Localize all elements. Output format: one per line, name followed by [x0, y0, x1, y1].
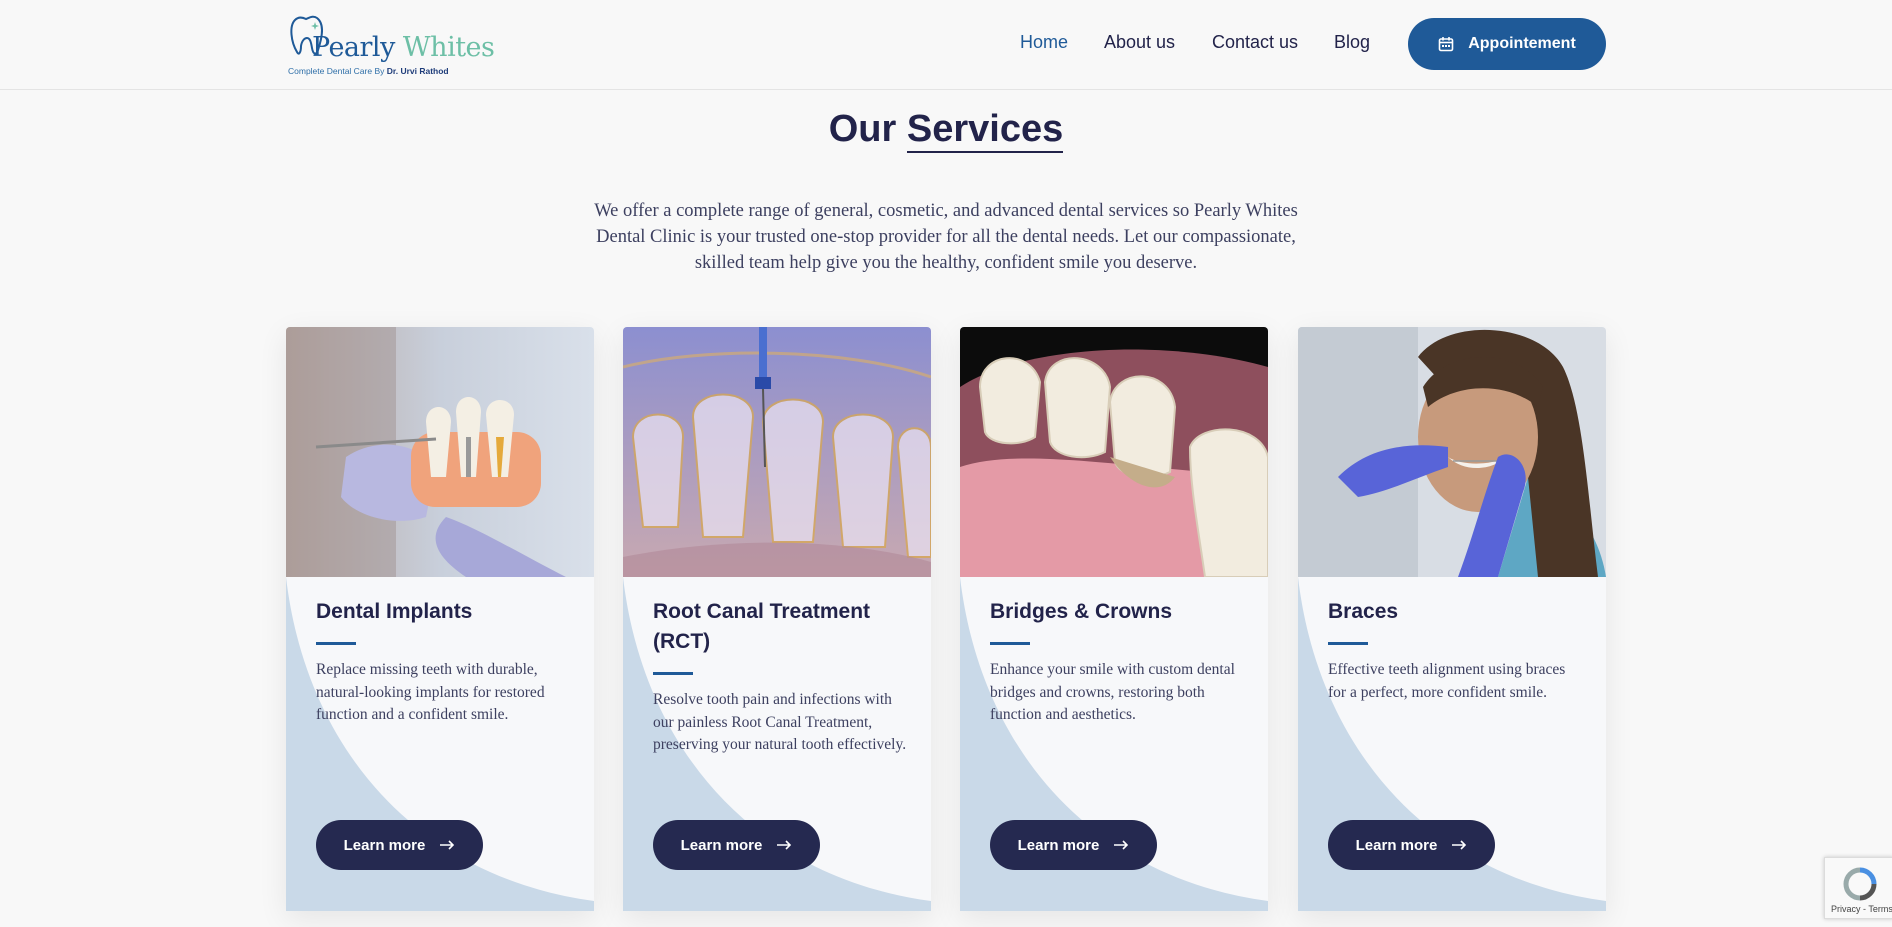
arrow-right-icon [777, 840, 792, 850]
nav-home[interactable]: Home [1020, 32, 1068, 53]
service-card-root-canal: Root Canal Treatment (RCT) Resolve tooth… [623, 327, 931, 911]
braces-image [1298, 327, 1606, 577]
calendar-icon [1438, 37, 1454, 52]
card-title: Root Canal Treatment (RCT) [653, 600, 871, 653]
card-description: Replace missing teeth with durable, natu… [316, 661, 545, 723]
card-description: Effective teeth alignment using braces f… [1328, 661, 1566, 701]
root-canal-image [623, 327, 931, 577]
recaptcha-privacy-terms[interactable]: Privacy - Terms [1831, 904, 1892, 914]
card-title: Dental Implants [316, 600, 473, 623]
learn-more-label: Learn more [680, 836, 763, 854]
brand-tagline: Complete Dental Care By Dr. Urvi Rathod [288, 66, 449, 76]
brand-name: Pearly Whites [312, 32, 495, 63]
dental-bridge-image [960, 327, 1268, 577]
learn-more-button[interactable]: Learn more [316, 820, 483, 870]
site-header: Pearly Whites Complete Dental Care By Dr… [0, 0, 1892, 90]
arrow-right-icon [1452, 840, 1467, 850]
card-description: Resolve tooth pain and infections with o… [653, 691, 907, 753]
section-title: Our Services [0, 108, 1892, 153]
nav-contact-us[interactable]: Contact us [1212, 32, 1298, 53]
nav-blog[interactable]: Blog [1334, 32, 1370, 53]
appointment-label: Appointement [1468, 35, 1576, 52]
learn-more-button[interactable]: Learn more [653, 820, 820, 870]
recaptcha-badge[interactable]: Privacy - Terms [1824, 857, 1892, 919]
card-title-rule [316, 642, 356, 645]
card-description: Enhance your smile with custom dental br… [990, 661, 1235, 723]
card-title-rule [1328, 642, 1368, 645]
learn-more-button[interactable]: Learn more [990, 820, 1157, 870]
arrow-right-icon [440, 840, 455, 850]
card-title-rule [653, 672, 693, 675]
service-card-dental-implants: Dental Implants Replace missing teeth wi… [286, 327, 594, 911]
appointment-button[interactable]: Appointement [1408, 18, 1606, 70]
card-title: Bridges & Crowns [990, 600, 1173, 623]
card-title: Braces [1328, 600, 1399, 623]
services-intro: We offer a complete range of general, co… [594, 201, 1298, 273]
nav-about-us[interactable]: About us [1104, 32, 1175, 53]
arrow-right-icon [1114, 840, 1129, 850]
learn-more-label: Learn more [1017, 836, 1100, 854]
learn-more-label: Learn more [343, 836, 426, 854]
learn-more-label: Learn more [1355, 836, 1438, 854]
service-card-bridges-crowns: Bridges & Crowns Enhance your smile with… [960, 327, 1268, 911]
card-title-rule [990, 642, 1030, 645]
recaptcha-icon [1843, 867, 1877, 901]
brand-logo[interactable]: Pearly Whites Complete Dental Care By Dr… [287, 12, 495, 78]
learn-more-button[interactable]: Learn more [1328, 820, 1495, 870]
service-card-braces: Braces Effective teeth alignment using b… [1298, 327, 1606, 911]
dental-implant-image [286, 327, 594, 577]
